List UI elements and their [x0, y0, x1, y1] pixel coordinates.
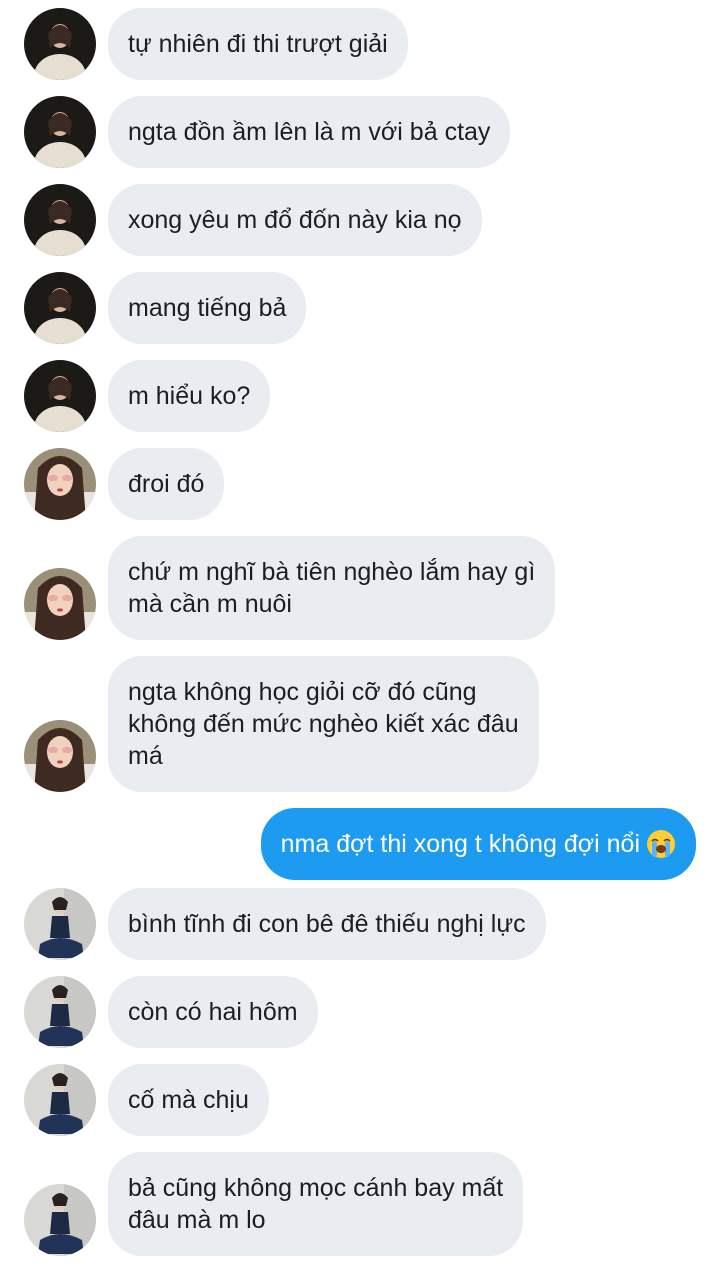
chat-thread: tự nhiên đi thi trượt giải ngta đồn ầm l…: [0, 0, 720, 1269]
sent-message-bubble[interactable]: nma đợt thi xong t không đợi nổi: [260, 808, 696, 880]
message-text: ngta không học giỏi cỡ đó cũng không đến…: [128, 678, 519, 770]
received-message-bubble[interactable]: mang tiếng bả: [108, 272, 307, 344]
message-text: chứ m nghĩ bà tiên nghèo lắm hay gì mà c…: [128, 558, 536, 618]
received-message-bubble[interactable]: chứ m nghĩ bà tiên nghèo lắm hay gì mà c…: [108, 536, 556, 640]
avatar[interactable]: [24, 720, 96, 792]
avatar[interactable]: [24, 360, 96, 432]
avatar[interactable]: [24, 976, 96, 1048]
message-text: bình tĩnh đi con bê đê thiếu nghị lực: [128, 910, 526, 938]
message-row: ngta không học giỏi cỡ đó cũng không đến…: [0, 656, 720, 792]
received-message-bubble[interactable]: bả cũng không mọc cánh bay mất đâu mà m …: [108, 1152, 524, 1256]
received-message-bubble[interactable]: bình tĩnh đi con bê đê thiếu nghị lực: [108, 888, 546, 960]
avatar-photo-icon: [24, 568, 96, 640]
message-text: m hiểu ko?: [128, 382, 251, 410]
received-message-bubble[interactable]: tự nhiên đi thi trượt giải: [108, 8, 408, 80]
message-row: bả cũng không mọc cánh bay mất đâu mà m …: [0, 1152, 720, 1256]
message-text: ngta đồn ầm lên là m với bả ctay: [128, 118, 491, 146]
avatar-photo-icon: [24, 1064, 96, 1136]
avatar[interactable]: [24, 96, 96, 168]
avatar[interactable]: [24, 184, 96, 256]
avatar-photo-icon: [24, 448, 96, 520]
message-text: còn có hai hôm: [128, 998, 298, 1026]
received-message-bubble[interactable]: m hiểu ko?: [108, 360, 271, 432]
avatar-photo-icon: [24, 8, 96, 80]
avatar-photo-icon: [24, 720, 96, 792]
message-text: nma đợt thi xong t không đợi nổi: [280, 830, 640, 858]
message-row: nma đợt thi xong t không đợi nổi: [0, 808, 720, 880]
avatar[interactable]: [24, 448, 96, 520]
avatar[interactable]: [24, 8, 96, 80]
message-text: mang tiếng bả: [128, 294, 287, 322]
message-text: đroi đó: [128, 470, 205, 498]
avatar[interactable]: [24, 1064, 96, 1136]
message-row: chứ m nghĩ bà tiên nghèo lắm hay gì mà c…: [0, 536, 720, 640]
avatar-photo-icon: [24, 976, 96, 1048]
received-message-bubble[interactable]: cố mà chịu: [108, 1064, 269, 1136]
avatar-photo-icon: [24, 184, 96, 256]
message-text: tự nhiên đi thi trượt giải: [128, 30, 388, 58]
received-message-bubble[interactable]: đroi đó: [108, 448, 225, 520]
received-message-bubble[interactable]: còn có hai hôm: [108, 976, 318, 1048]
avatar-photo-icon: [24, 360, 96, 432]
received-message-bubble[interactable]: ngta không học giỏi cỡ đó cũng không đến…: [108, 656, 539, 792]
message-text: xong yêu m đổ đốn này kia nọ: [128, 206, 462, 234]
avatar[interactable]: [24, 1184, 96, 1256]
avatar-photo-icon: [24, 888, 96, 960]
received-message-bubble[interactable]: xong yêu m đổ đốn này kia nọ: [108, 184, 482, 256]
avatar-photo-icon: [24, 96, 96, 168]
message-row: mang tiếng bả: [0, 272, 720, 344]
message-text: cố mà chịu: [128, 1086, 249, 1114]
avatar[interactable]: [24, 568, 96, 640]
avatar-photo-icon: [24, 272, 96, 344]
message-row: bình tĩnh đi con bê đê thiếu nghị lực: [0, 888, 720, 960]
message-row: ngta đồn ầm lên là m với bả ctay: [0, 96, 720, 168]
received-message-bubble[interactable]: ngta đồn ầm lên là m với bả ctay: [108, 96, 511, 168]
avatar-photo-icon: [24, 1184, 96, 1256]
message-row: còn có hai hôm: [0, 976, 720, 1048]
avatar[interactable]: [24, 888, 96, 960]
avatar[interactable]: [24, 272, 96, 344]
message-row: m hiểu ko?: [0, 360, 720, 432]
message-row: đroi đó: [0, 448, 720, 520]
message-row: tự nhiên đi thi trượt giải: [0, 8, 720, 80]
message-text: bả cũng không mọc cánh bay mất đâu mà m …: [128, 1174, 504, 1234]
message-row: xong yêu m đổ đốn này kia nọ: [0, 184, 720, 256]
loudly-crying-face-icon: [647, 830, 675, 858]
message-row: cố mà chịu: [0, 1064, 720, 1136]
